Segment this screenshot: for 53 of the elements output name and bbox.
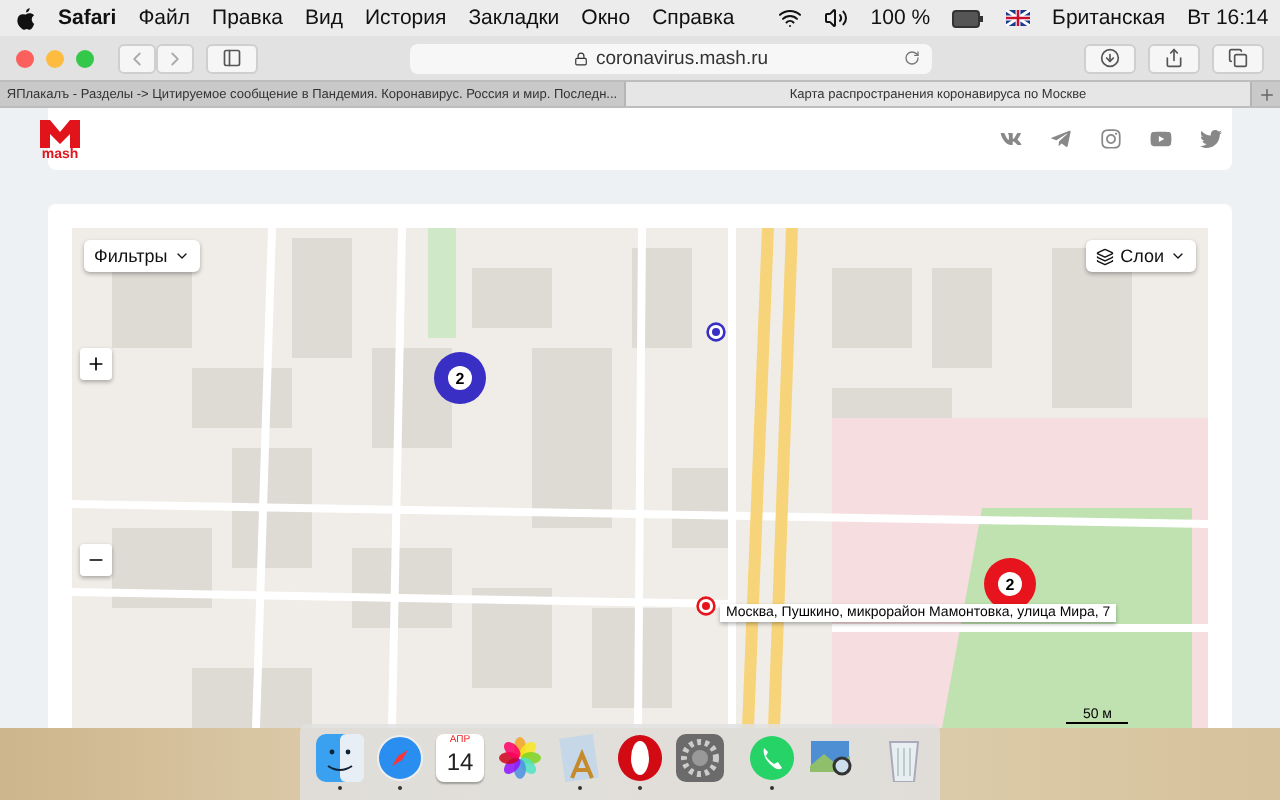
share-button[interactable]: [1148, 43, 1200, 73]
camera-icon[interactable]: [1100, 128, 1122, 150]
pencil-ruler-icon[interactable]: [556, 734, 604, 782]
target-marker-icon[interactable]: [706, 322, 726, 342]
app-menu[interactable]: Safari: [58, 6, 117, 30]
layers-icon: [1096, 247, 1115, 265]
menu-item[interactable]: Окно: [581, 6, 631, 30]
download-icon: [1100, 48, 1120, 68]
phone-bubble-icon[interactable]: [748, 734, 796, 782]
download-button[interactable]: [1084, 43, 1136, 73]
reload-icon[interactable]: [904, 49, 920, 65]
menu-clock[interactable]: Вт 16:14: [1187, 6, 1269, 30]
vk-logo-icon[interactable]: [1000, 128, 1022, 150]
play-icon[interactable]: [1150, 128, 1172, 150]
target-marker-icon[interactable]: [696, 596, 716, 616]
share-icon: [1164, 48, 1184, 68]
layers-button[interactable]: Слои: [1086, 240, 1196, 272]
flower-icon[interactable]: [496, 734, 544, 782]
tabs-icon: [1228, 48, 1248, 68]
calendar-day: 14: [446, 748, 474, 776]
battery-percent: 100 %: [870, 6, 931, 30]
close-button[interactable]: [16, 49, 34, 67]
chevron-down-icon: [1170, 248, 1186, 264]
plus-icon: [1257, 85, 1275, 103]
address-field[interactable]: coronavirus.mash.ru: [410, 43, 932, 73]
menu-item[interactable]: Правка: [212, 6, 283, 30]
flag-icon: [1006, 10, 1031, 26]
address-text: coronavirus.mash.ru: [595, 47, 769, 69]
menu-item[interactable]: Справка: [652, 6, 735, 30]
bird-icon[interactable]: [1200, 128, 1222, 150]
zoom-in-button[interactable]: [80, 348, 112, 380]
filters-button[interactable]: Фильтры: [84, 240, 200, 272]
menu-item[interactable]: Файл: [138, 6, 191, 30]
menu-item[interactable]: Вид: [304, 6, 343, 30]
compass-icon[interactable]: [376, 734, 424, 782]
gear-icon[interactable]: [676, 734, 724, 782]
zoom-out-button[interactable]: [80, 544, 112, 576]
apple-icon: [16, 7, 36, 29]
chevron-down-icon: [173, 248, 190, 264]
sidebar-button[interactable]: [206, 43, 258, 73]
menu-item[interactable]: История: [364, 6, 447, 30]
paper-plane-icon[interactable]: [1050, 128, 1072, 150]
sidebar-icon: [222, 48, 242, 68]
plus-icon: [86, 354, 106, 374]
battery-icon: [952, 9, 985, 27]
tabs-button[interactable]: [1212, 43, 1264, 73]
face-icon[interactable]: [316, 734, 364, 782]
speaker-icon: [824, 6, 849, 30]
lock-icon: [573, 51, 588, 65]
letter-o-icon[interactable]: [616, 734, 664, 782]
m-logo-icon: [38, 117, 82, 147]
input-source[interactable]: Британская: [1052, 6, 1166, 30]
menu-item[interactable]: Закладки: [468, 6, 560, 30]
